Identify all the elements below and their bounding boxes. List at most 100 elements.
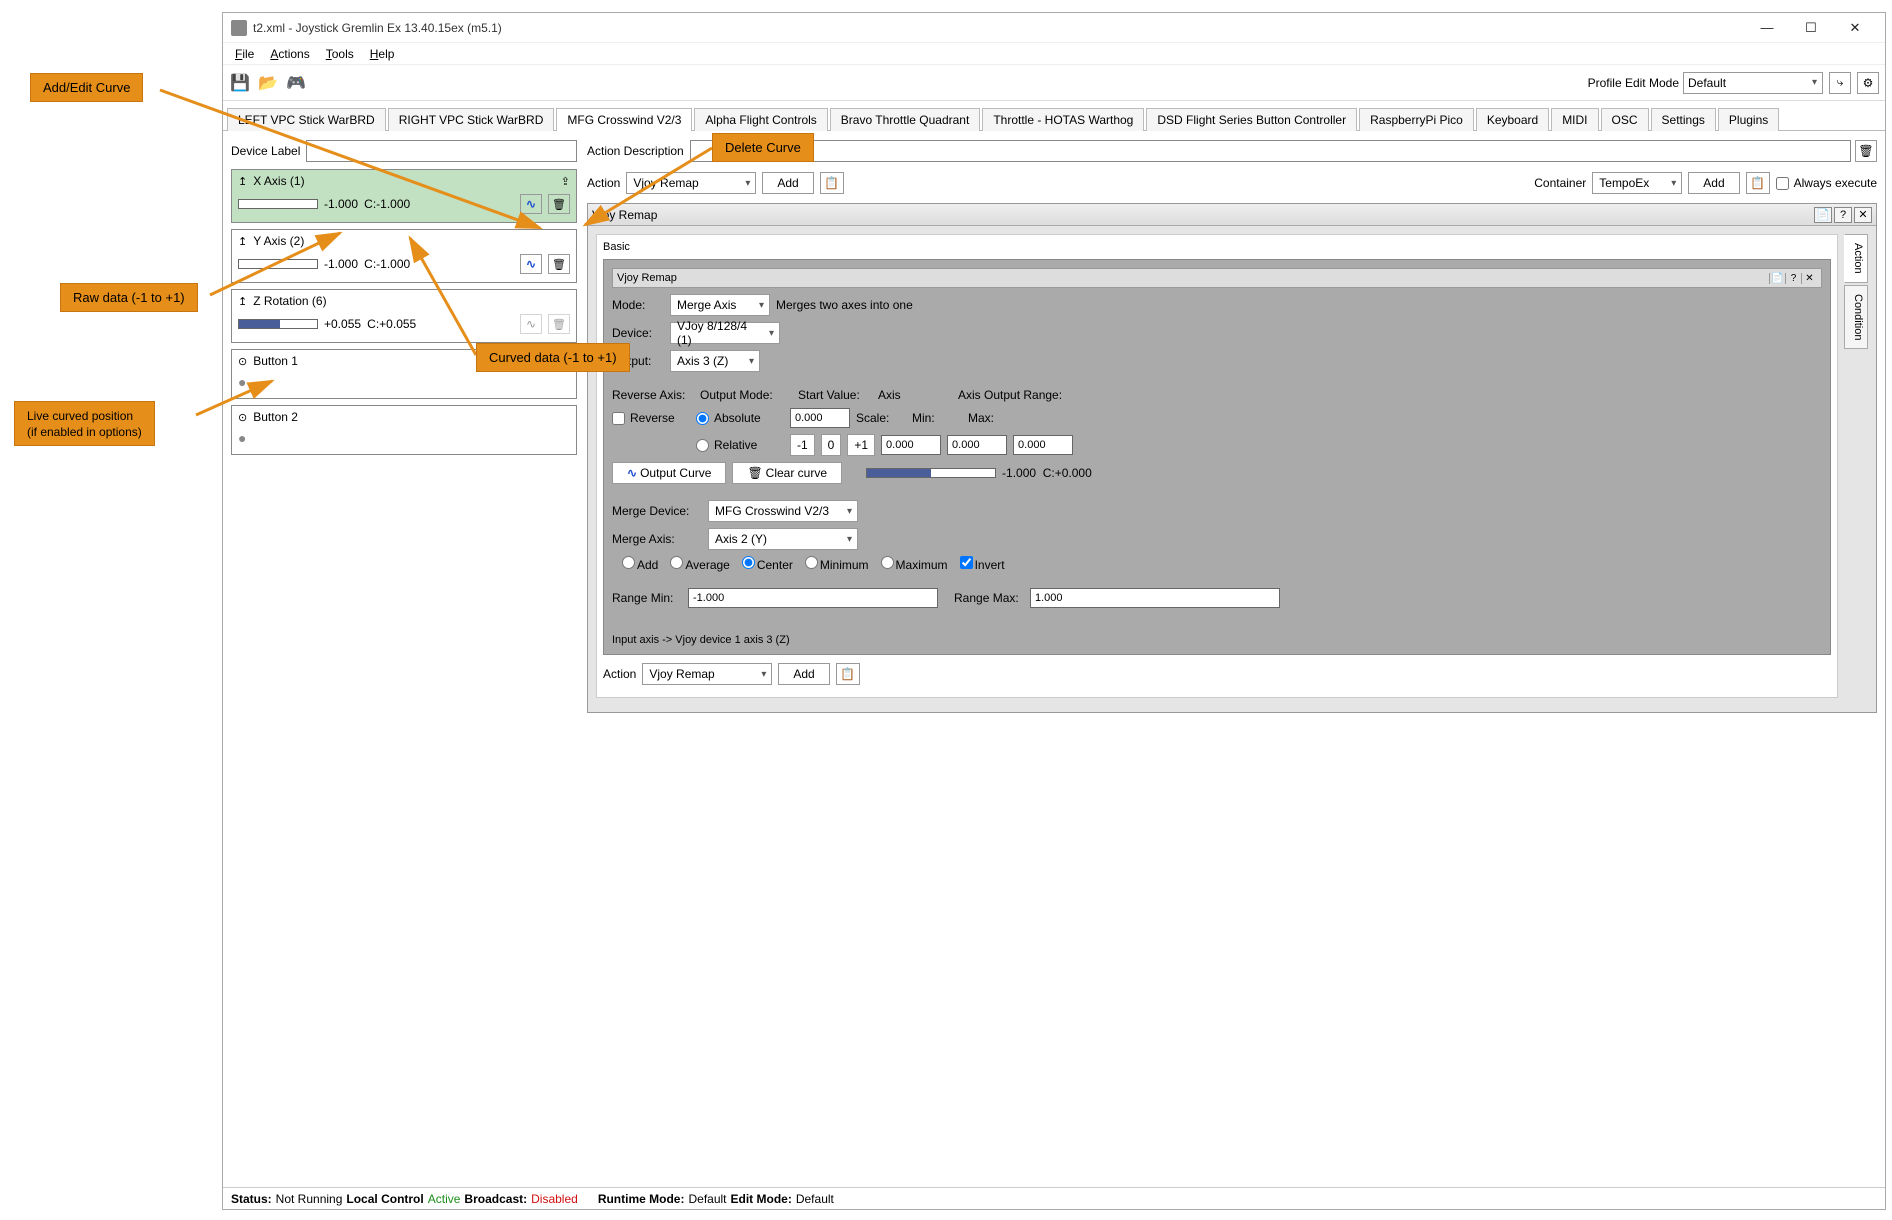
merge-device-select[interactable]: MFG Crosswind V2/3 — [708, 500, 858, 522]
menu-tools[interactable]: Tools — [318, 45, 362, 63]
tab-midi[interactable]: MIDI — [1551, 108, 1598, 131]
sidetab-action[interactable]: Action — [1844, 234, 1868, 283]
maximize-button[interactable]: ☐ — [1789, 14, 1833, 42]
op-maximum-radio[interactable]: Maximum — [881, 556, 948, 572]
always-execute-label[interactable]: Always execute — [1776, 176, 1877, 190]
reverse-checkbox-label[interactable]: Reverse — [612, 411, 690, 425]
max-input[interactable] — [1013, 435, 1073, 455]
titlebar: t2.xml - Joystick Gremlin Ex 13.40.15ex … — [223, 13, 1885, 43]
op-add-radio[interactable]: Add — [622, 556, 658, 572]
profile-mode-select[interactable]: Default — [1683, 72, 1823, 94]
tab-bravo[interactable]: Bravo Throttle Quadrant — [830, 108, 981, 131]
gamepad-icon[interactable]: 🎮 — [285, 72, 307, 94]
inner-add-button[interactable]: Add — [778, 663, 829, 685]
inner-paste-button[interactable]: 📋 — [836, 663, 860, 685]
tab-plugins[interactable]: Plugins — [1718, 108, 1779, 131]
tab-pico[interactable]: RaspberryPi Pico — [1359, 108, 1474, 131]
merge-axis-select[interactable]: Axis 2 (Y) — [708, 528, 858, 550]
help-action-button[interactable]: ? — [1785, 273, 1801, 284]
annotation-curved-data: Curved data (-1 to +1) — [476, 343, 630, 372]
close-button[interactable]: ✕ — [1833, 14, 1877, 42]
op-minimum-radio[interactable]: Minimum — [805, 556, 869, 572]
add-action-button[interactable]: Add — [762, 172, 813, 194]
scale-input[interactable] — [881, 435, 941, 455]
paste-container-button[interactable]: 📋 — [1746, 172, 1770, 194]
zero-button[interactable]: 0 — [821, 434, 842, 456]
curve-edit-button[interactable]: ∿ — [520, 254, 542, 274]
tab-right-vpc[interactable]: RIGHT VPC Stick WarBRD — [388, 108, 555, 131]
action-select[interactable]: Vjoy Remap — [626, 172, 756, 194]
tab-left-vpc[interactable]: LEFT VPC Stick WarBRD — [227, 108, 386, 131]
input-x-axis: ↥ X Axis (1) ⇪ -1.000 C:-1.000 ∿ 🗑 — [231, 169, 577, 223]
action-desc-input[interactable] — [690, 140, 1851, 162]
close-action-button[interactable]: ✕ — [1801, 273, 1817, 284]
reverse-axis-label: Reverse Axis: — [612, 388, 690, 402]
minus1-button[interactable]: -1 — [790, 434, 815, 456]
always-execute-checkbox[interactable] — [1776, 177, 1789, 190]
menu-help[interactable]: Help — [362, 45, 403, 63]
help-container-button[interactable]: ? — [1834, 207, 1852, 223]
menu-file[interactable]: File — [227, 45, 262, 63]
relative-radio[interactable] — [696, 439, 709, 452]
side-tabs: Action Condition — [1844, 234, 1868, 704]
paste-action-button[interactable]: 📋 — [820, 172, 844, 194]
clear-curve-button[interactable]: 🗑Clear curve — [732, 462, 842, 484]
plus1-button[interactable]: +1 — [847, 434, 875, 456]
inner-action-select[interactable]: Vjoy Remap — [642, 663, 772, 685]
action-desc-delete-button[interactable]: 🗑 — [1855, 140, 1877, 162]
output-select[interactable]: Axis 3 (Z) — [670, 350, 760, 372]
op-center-radio[interactable]: Center — [742, 556, 793, 572]
sidetab-condition[interactable]: Condition — [1844, 285, 1868, 349]
tab-dsd[interactable]: DSD Flight Series Button Controller — [1146, 108, 1357, 131]
curve-delete-button[interactable]: 🗑 — [548, 314, 570, 334]
range-max-input[interactable] — [1030, 588, 1280, 608]
mode-select[interactable]: Merge Axis — [670, 294, 770, 316]
axis-icon: ↥ — [238, 235, 247, 248]
device-select[interactable]: VJoy 8/128/4 (1) — [670, 322, 780, 344]
start-value-input[interactable] — [790, 408, 850, 428]
reverse-checkbox[interactable] — [612, 412, 625, 425]
absolute-radio-label[interactable]: Absolute — [696, 411, 784, 425]
minimize-button[interactable]: — — [1745, 14, 1789, 42]
annotation-live-position: Live curved position (if enabled in opti… — [14, 401, 155, 446]
min-label: Min: — [912, 411, 962, 425]
save-icon[interactable]: 💾 — [229, 72, 251, 94]
button-state-icon: ● — [238, 430, 246, 446]
tab-keyboard[interactable]: Keyboard — [1476, 108, 1549, 131]
menu-actions[interactable]: Actions — [262, 45, 317, 63]
merge-axis-label: Merge Axis: — [612, 532, 702, 546]
close-container-button[interactable]: ✕ — [1854, 207, 1872, 223]
tab-settings[interactable]: Settings — [1651, 108, 1716, 131]
settings-gear-icon[interactable]: ⚙ — [1857, 72, 1879, 94]
export-icon[interactable]: ⇪ — [561, 175, 570, 188]
action-panel: Vjoy Remap 📄 ? ✕ Mode: Merge Axis Merges… — [603, 259, 1831, 655]
device-label-input[interactable] — [306, 140, 577, 162]
range-max-label: Range Max: — [954, 591, 1024, 605]
container-title: Vjoy Remap — [592, 208, 1812, 222]
output-curve-button[interactable]: ∿Output Curve — [612, 462, 726, 484]
curve-delete-button[interactable]: 🗑 — [548, 254, 570, 274]
copy-action-button[interactable]: 📄 — [1769, 273, 1785, 284]
curve-delete-button[interactable]: 🗑 — [548, 194, 570, 214]
container-select[interactable]: TempoEx — [1592, 172, 1682, 194]
action-label: Action — [587, 176, 620, 190]
add-container-button[interactable]: Add — [1688, 172, 1739, 194]
absolute-radio[interactable] — [696, 412, 709, 425]
tab-osc[interactable]: OSC — [1601, 108, 1649, 131]
tab-warthog[interactable]: Throttle - HOTAS Warthog — [982, 108, 1144, 131]
min-input[interactable] — [947, 435, 1007, 455]
open-icon[interactable]: 📂 — [257, 72, 279, 94]
relative-radio-label[interactable]: Relative — [696, 438, 784, 452]
copy-container-button[interactable]: 📄 — [1814, 207, 1832, 223]
start-value-label: Start Value: — [798, 388, 868, 402]
mode-tree-button[interactable]: ⤷ — [1829, 72, 1851, 94]
annotation-live-l2: (if enabled in options) — [27, 425, 142, 439]
tab-alpha[interactable]: Alpha Flight Controls — [694, 108, 827, 131]
op-average-radio[interactable]: Average — [670, 556, 729, 572]
axis-raw-value: -1.000 C:-1.000 — [324, 197, 410, 211]
tab-mfg-crosswind[interactable]: MFG Crosswind V2/3 — [556, 108, 692, 131]
curve-edit-button[interactable]: ∿ — [520, 194, 542, 214]
range-min-input[interactable] — [688, 588, 938, 608]
curve-edit-button[interactable]: ∿ — [520, 314, 542, 334]
op-invert-checkbox[interactable]: Invert — [960, 556, 1005, 572]
